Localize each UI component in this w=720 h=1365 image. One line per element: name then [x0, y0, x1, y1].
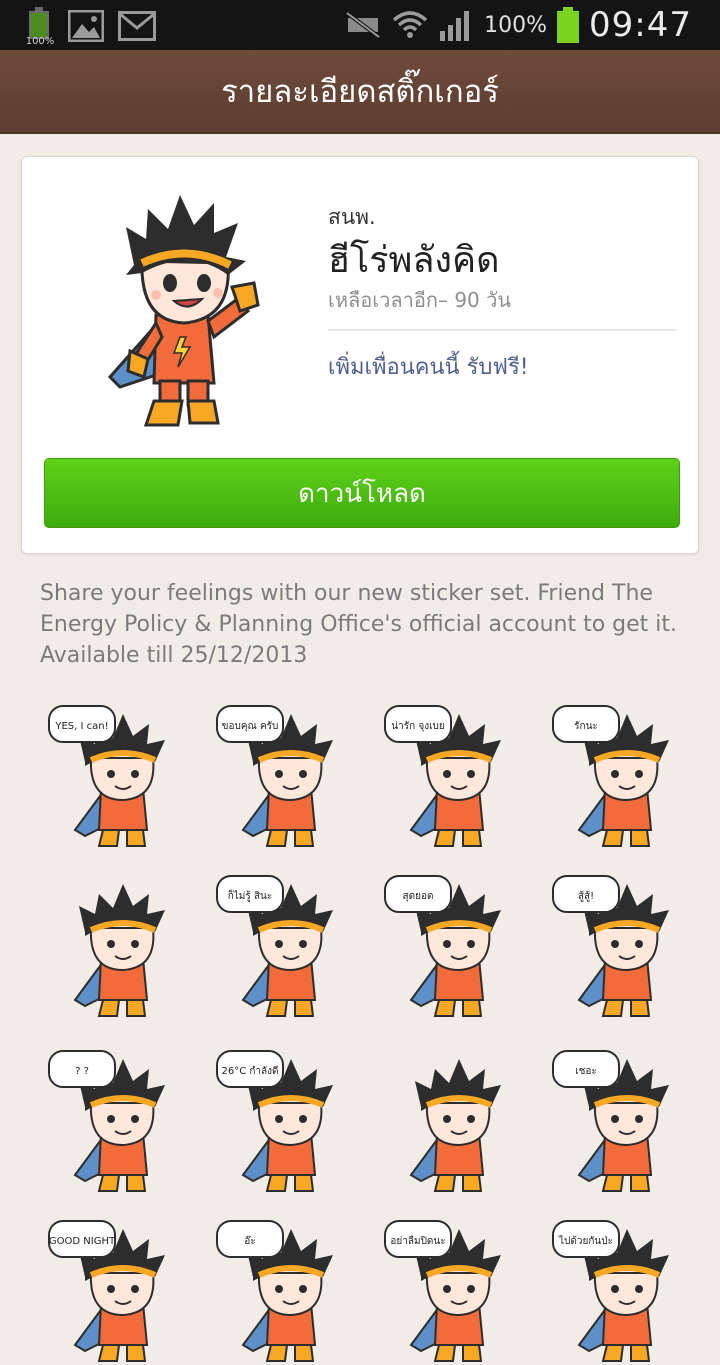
- sticker-thanks[interactable]: ขอบคุณ ครับ: [213, 700, 363, 850]
- sticker-love[interactable]: รักนะ: [549, 700, 699, 850]
- page-title: รายละเอียดสติ๊กเกอร์: [0, 50, 720, 134]
- sticker-bubble-text: สุดยอด: [403, 891, 434, 902]
- sticker-hero-image: [107, 195, 260, 427]
- sticker-bubble-text: อย่าลืมปิดนะ: [390, 1235, 445, 1247]
- sticker-goodnight[interactable]: GOOD NIGHT: [45, 1215, 195, 1365]
- sticker-bubble-text: ก็ไม่รู้ สินะ: [228, 888, 273, 902]
- speech-bubble: อ๊ะ: [216, 1220, 284, 1258]
- divider: [328, 329, 676, 331]
- sticker-fight[interactable]: สู้สู้!: [549, 870, 699, 1020]
- sticker-bubble-text: ? ?: [75, 1066, 89, 1077]
- sticker-hmm[interactable]: เชอะ: [549, 1045, 699, 1195]
- mute-icon: [345, 11, 381, 39]
- battery-percent: 100%: [484, 12, 548, 38]
- speech-bubble: สู้สู้!: [552, 875, 620, 913]
- add-friend-link[interactable]: เพิ่มเพื่อนคนนี้ รับฟรี!: [328, 349, 529, 384]
- signal-icon: [440, 11, 470, 41]
- speech-bubble: GOOD NIGHT: [48, 1220, 116, 1258]
- battery-icon: [557, 7, 580, 43]
- sticker-yes[interactable]: YES, I can!: [45, 700, 195, 850]
- system-icons: 100% 09:47: [344, 0, 692, 50]
- sticker-confused[interactable]: ? ?: [45, 1045, 195, 1195]
- download-button[interactable]: ดาวน์โหลด: [44, 458, 680, 528]
- clock: 09:47: [589, 5, 692, 45]
- speech-bubble: ไปด้วยกันป่ะ: [552, 1220, 620, 1258]
- sticker-cry[interactable]: [381, 1045, 531, 1195]
- sticker-info-card: สนพ. ฮีโร่พลังคิด เหลือเวลาอีก– 90 วัน เ…: [21, 156, 699, 554]
- sticker-bubble-text: 26°C กำลังดี: [221, 1065, 278, 1077]
- sticker-great[interactable]: สุดยอด: [381, 870, 531, 1020]
- wifi-icon: [392, 11, 428, 38]
- sticker-bubble-text: เชอะ: [575, 1066, 597, 1077]
- speech-bubble: ขอบคุณ ครับ: [216, 705, 284, 743]
- sticker-pack-name: ฮีโร่พลังคิด: [328, 240, 500, 281]
- sticker-wait[interactable]: อ๊ะ: [213, 1215, 363, 1365]
- sticker-bubble-text: ขอบคุณ ครับ: [222, 721, 279, 732]
- speech-bubble: สุดยอด: [384, 875, 452, 913]
- speech-bubble: น่ารัก จุงเบย: [384, 705, 452, 743]
- speech-bubble: ก็ไม่รู้ สินะ: [216, 875, 284, 913]
- sticker-laugh[interactable]: [45, 870, 195, 1020]
- mail-icon: [118, 11, 156, 41]
- sticker-bubble-text: ไปด้วยกันป่ะ: [558, 1235, 613, 1247]
- sticker-together[interactable]: ไปด้วยกันป่ะ: [549, 1215, 699, 1365]
- publisher-name: สนพ.: [328, 205, 376, 229]
- sticker-bubble-text: น่ารัก จุงเบย: [391, 721, 444, 732]
- sticker-description: Share your feelings with our new sticker…: [40, 581, 678, 668]
- sticker-dontforget[interactable]: อย่าลืมปิดนะ: [381, 1215, 531, 1365]
- speech-bubble: ? ?: [48, 1050, 116, 1088]
- image-notification-icon: [68, 10, 104, 42]
- sticker-cute[interactable]: น่ารัก จุงเบย: [381, 700, 531, 850]
- battery-notification-icon: 100%: [24, 7, 55, 47]
- sticker-bubble-text: YES, I can!: [54, 721, 108, 732]
- speech-bubble: รักนะ: [552, 705, 620, 743]
- sticker-bubble-text: สู้สู้!: [578, 890, 594, 902]
- status-bar: 100% 100% 09:47: [0, 0, 720, 50]
- sticker-ac[interactable]: 26°C กำลังดี: [213, 1045, 363, 1195]
- speech-bubble: อย่าลืมปิดนะ: [384, 1220, 452, 1258]
- speech-bubble: 26°C กำลังดี: [216, 1050, 284, 1088]
- notification-icons: 100%: [24, 6, 156, 47]
- speech-bubble: เชอะ: [552, 1050, 620, 1088]
- battery-notification-label: 100%: [25, 36, 55, 47]
- sticker-bubble-text: อ๊ะ: [244, 1235, 255, 1247]
- sticker-bubble-text: รักนะ: [574, 721, 598, 732]
- sticker-dunno[interactable]: ก็ไม่รู้ สินะ: [213, 870, 363, 1020]
- speech-bubble: YES, I can!: [48, 705, 116, 743]
- sticker-bubble-text: GOOD NIGHT: [49, 1236, 116, 1247]
- time-remaining: เหลือเวลาอีก– 90 วัน: [328, 288, 512, 312]
